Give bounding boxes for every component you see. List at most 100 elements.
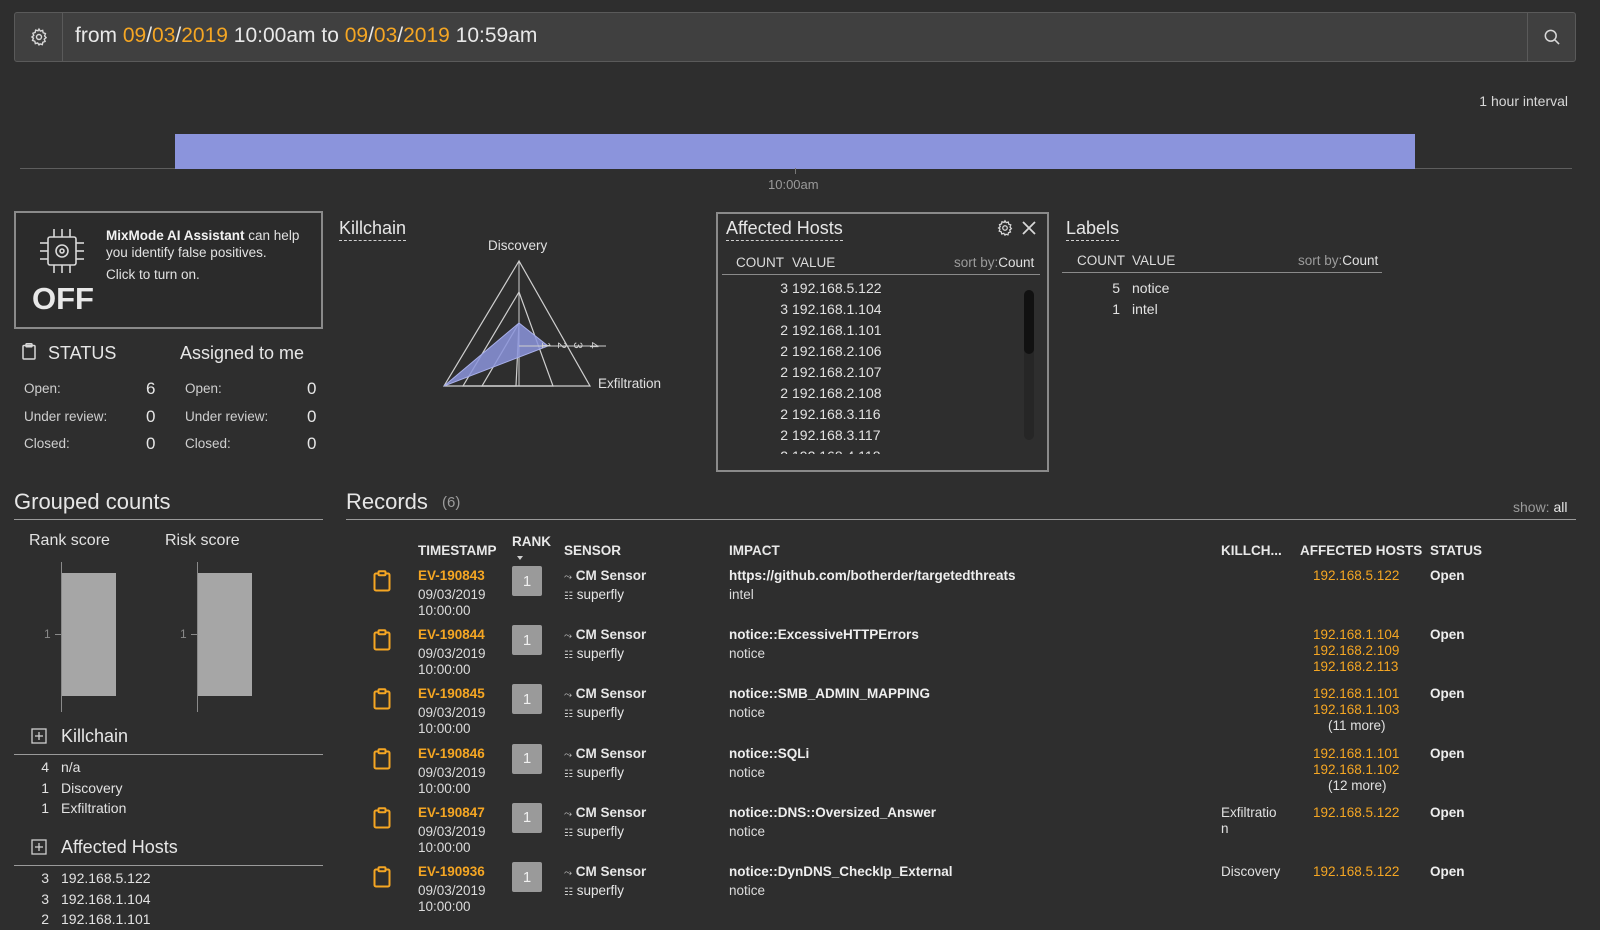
record-host-link[interactable]: 192.168.1.101 — [1313, 686, 1399, 702]
hosts-sort[interactable]: sort by:Count — [954, 255, 1034, 270]
record-impact[interactable]: notice::SMB_ADMIN_MAPPING — [729, 686, 930, 701]
record-sensor-sub[interactable]: ☷ superfly — [564, 587, 624, 602]
hosts-col-value[interactable]: VALUE — [792, 255, 835, 270]
col-header-sensor[interactable]: SENSOR — [564, 543, 621, 558]
grouped-hosts-row-value[interactable]: 192.168.5.122 — [61, 870, 151, 886]
record-status[interactable]: Open — [1430, 864, 1465, 879]
record-sensor[interactable]: ⤳ CM Sensor — [564, 746, 646, 761]
record-id-link[interactable]: EV-190846 — [418, 746, 485, 761]
hosts-row-value[interactable]: 192.168.5.122 — [792, 280, 882, 296]
hosts-row-value[interactable]: 192.168.1.101 — [792, 322, 882, 338]
records-show[interactable]: show: all — [1513, 499, 1567, 515]
labels-sort[interactable]: sort by:Count — [1298, 253, 1378, 268]
risk-score-bar[interactable] — [198, 573, 252, 696]
record-sensor[interactable]: ⤳ CM Sensor — [564, 805, 646, 820]
col-header-timestamp[interactable]: TIMESTAMP — [418, 543, 497, 558]
ai-assistant-cta[interactable]: Click to turn on. — [106, 266, 316, 283]
record-host-link[interactable]: 192.168.1.102 — [1313, 762, 1399, 778]
hosts-row-value[interactable]: 192.168.3.116 — [792, 406, 881, 422]
assigned-review-value[interactable]: 0 — [307, 407, 316, 427]
record-host-link[interactable]: 192.168.5.122 — [1313, 864, 1399, 880]
record-sensor-sub[interactable]: ☷ superfly — [564, 824, 624, 839]
grouped-killchain-row-value[interactable]: n/a — [61, 759, 80, 775]
labels-panel-title[interactable]: Labels — [1066, 218, 1120, 241]
hosts-row[interactable]: 2 192.168.4.118 — [722, 446, 1022, 454]
record-sensor-sub[interactable]: ☷ superfly — [564, 883, 624, 898]
record-host-link[interactable]: 192.168.2.113 — [1313, 659, 1398, 675]
record-sensor[interactable]: ⤳ CM Sensor — [564, 627, 646, 642]
hosts-scrollbar-track[interactable] — [1024, 290, 1034, 440]
clipboard-icon[interactable] — [373, 570, 391, 592]
record-id-link[interactable]: EV-190847 — [418, 805, 485, 820]
hosts-row-value[interactable]: 192.168.2.108 — [792, 385, 882, 401]
search-bar[interactable]: from 09/03/2019 10:00am to 09/03/2019 10… — [14, 12, 1576, 62]
status-closed-value[interactable]: 0 — [146, 434, 155, 454]
record-hosts-more[interactable]: (11 more) — [1328, 718, 1386, 733]
record-sensor[interactable]: ⤳ CM Sensor — [564, 864, 646, 879]
clipboard-icon[interactable] — [373, 629, 391, 651]
record-host-link[interactable]: 192.168.5.122 — [1313, 805, 1399, 821]
record-host-link[interactable]: 192.168.1.101 — [1313, 746, 1399, 762]
clipboard-icon[interactable] — [373, 747, 391, 770]
hosts-row-value[interactable]: 192.168.2.106 — [792, 343, 882, 359]
col-header-rank[interactable]: RANK — [512, 534, 551, 549]
hosts-row[interactable]: 2 192.168.2.107 — [722, 362, 1022, 383]
record-sensor-sub[interactable]: ☷ superfly — [564, 705, 624, 720]
record-status[interactable]: Open — [1430, 746, 1465, 761]
grouped-hosts-row-value[interactable]: 192.168.1.104 — [61, 891, 151, 907]
grouped-hosts-title[interactable]: Affected Hosts — [61, 837, 178, 858]
status-open-value[interactable]: 6 — [146, 379, 155, 399]
hosts-row[interactable]: 2 192.168.1.101 — [722, 320, 1022, 341]
record-sensor[interactable]: ⤳ CM Sensor — [564, 568, 646, 583]
grouped-killchain-title[interactable]: Killchain — [61, 726, 128, 747]
gear-icon[interactable] — [996, 219, 1014, 237]
affected-hosts-title[interactable]: Affected Hosts — [726, 218, 843, 241]
col-header-status[interactable]: STATUS — [1430, 543, 1482, 558]
search-button[interactable] — [1527, 13, 1575, 61]
record-impact[interactable]: notice::ExcessiveHTTPErrors — [729, 627, 919, 642]
labels-col-value[interactable]: VALUE — [1132, 253, 1175, 268]
hosts-row-value[interactable]: 192.168.3.117 — [792, 427, 881, 443]
record-impact[interactable]: notice::DNS::Oversized_Answer — [729, 805, 936, 820]
hosts-row[interactable]: 3 192.168.1.104 — [722, 299, 1022, 320]
col-header-impact[interactable]: IMPACT — [729, 543, 780, 558]
record-hosts-more[interactable]: (12 more) — [1328, 778, 1387, 793]
search-query-input[interactable]: from 09/03/2019 10:00am to 09/03/2019 10… — [75, 24, 537, 48]
record-host-link[interactable]: 192.168.1.103 — [1313, 702, 1399, 718]
assigned-open-value[interactable]: 0 — [307, 379, 316, 399]
killchain-panel-title[interactable]: Killchain — [339, 218, 407, 241]
record-host-link[interactable]: 192.168.5.122 — [1313, 568, 1399, 584]
record-id-link[interactable]: EV-190845 — [418, 686, 485, 701]
hosts-row[interactable]: 2 192.168.2.108 — [722, 383, 1022, 404]
col-header-affected-hosts[interactable]: AFFECTED HOSTS — [1300, 543, 1422, 558]
clipboard-icon[interactable] — [373, 866, 391, 888]
search-settings-button[interactable] — [15, 13, 63, 61]
labels-row-value[interactable]: intel — [1132, 301, 1158, 317]
record-impact[interactable]: notice::DynDNS_CheckIp_External — [729, 864, 953, 879]
record-host-link[interactable]: 192.168.2.109 — [1313, 643, 1399, 659]
record-status[interactable]: Open — [1430, 686, 1465, 701]
hosts-row-value[interactable]: 192.168.2.107 — [792, 364, 882, 380]
record-id-link[interactable]: EV-190936 — [418, 864, 485, 879]
clipboard-icon[interactable] — [373, 806, 391, 829]
grouped-killchain-row-value[interactable]: Exfiltration — [61, 800, 126, 816]
record-status[interactable]: Open — [1430, 568, 1465, 583]
record-id-link[interactable]: EV-190844 — [418, 627, 485, 642]
labels-row-value[interactable]: notice — [1132, 280, 1169, 296]
hosts-row[interactable]: 3 192.168.5.122 — [722, 278, 1022, 299]
record-host-link[interactable]: 192.168.1.104 — [1313, 627, 1399, 643]
record-impact[interactable]: https://github.com/botherder/targetedthr… — [729, 568, 1016, 583]
hosts-scrollbar-thumb[interactable] — [1024, 290, 1034, 354]
labels-col-count[interactable]: COUNT — [1077, 253, 1125, 268]
record-status[interactable]: Open — [1430, 627, 1465, 642]
close-icon[interactable] — [1022, 221, 1036, 235]
hosts-row-value[interactable]: 192.168.1.104 — [792, 301, 882, 317]
record-sensor-sub[interactable]: ☷ superfly — [564, 765, 624, 780]
record-sensor-sub[interactable]: ☷ superfly — [564, 646, 624, 661]
expand-icon[interactable] — [31, 728, 47, 744]
grouped-killchain-row-value[interactable]: Discovery — [61, 780, 122, 796]
radar-data-area[interactable] — [443, 322, 549, 387]
timeline-bar[interactable] — [175, 134, 1415, 169]
hosts-row[interactable]: 2 192.168.3.116 — [722, 404, 1022, 425]
status-review-value[interactable]: 0 — [146, 407, 155, 427]
